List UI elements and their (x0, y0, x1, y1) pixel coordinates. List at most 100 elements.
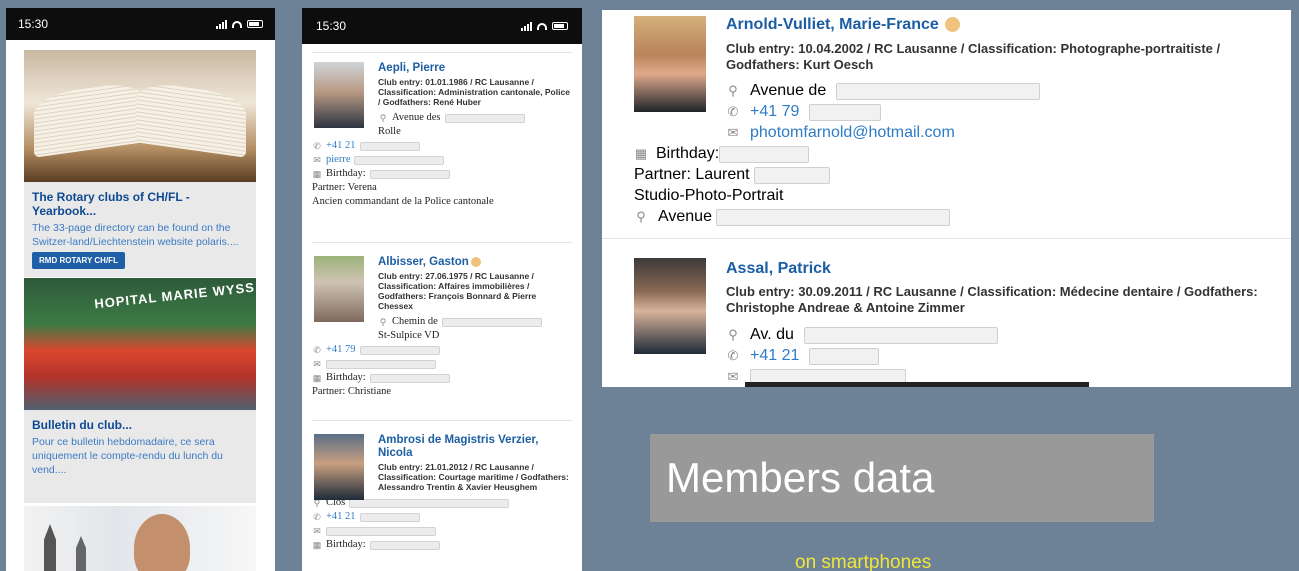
member-business: Studio-Photo-Portrait (634, 187, 784, 204)
wifi-icon (537, 22, 547, 30)
battery-icon (247, 20, 263, 28)
member-partner: Partner: Laurent (634, 166, 750, 183)
redacted-field (359, 141, 420, 151)
member-name[interactable]: Aepli, Pierre (378, 62, 572, 75)
rotary-badge-icon (470, 256, 481, 267)
news-card-text: Pour ce bulletin hebdomadaire, ce sera u… (32, 436, 223, 476)
member-address: Avenue des (392, 112, 441, 123)
redacted-field (836, 82, 1041, 100)
redacted-field (369, 540, 440, 550)
redacted-field (326, 526, 436, 536)
member-city: St-Sulpice VD (378, 330, 440, 341)
member-phone[interactable]: +41 79 (750, 102, 799, 122)
member-partner: Partner: Verena (312, 182, 377, 193)
location-icon: ⚲ (379, 113, 387, 123)
redacted-field (326, 359, 436, 369)
phone-icon: ✆ (727, 348, 739, 363)
member-phone[interactable]: +41 21 (326, 139, 356, 153)
member-birthday: Birthday: (326, 372, 366, 383)
calendar-icon: ▦ (634, 146, 648, 161)
phone-members-screen: 15:30 Aepli, Pierre Club entry: 01.01.19… (302, 8, 582, 571)
portrait-image (24, 506, 256, 571)
member-photo (314, 434, 364, 500)
members-detail-panel: Arnold-Vulliet, Marie-France Club entry:… (602, 10, 1291, 387)
location-icon: ⚲ (379, 317, 387, 327)
divider-strip (745, 382, 1089, 387)
redacted-field (441, 317, 542, 327)
email-icon: ✉ (313, 359, 321, 369)
rmd-rotary-button[interactable]: RMD ROTARY CH/FL (32, 252, 125, 269)
redacted-field (369, 169, 450, 179)
member-name[interactable]: Arnold-Vulliet, Marie-France (726, 16, 960, 34)
member-entry[interactable]: Albisser, Gaston Club entry: 27.06.1975 … (312, 256, 572, 399)
member-address: Avenue de (750, 82, 827, 99)
news-card-text: The 33-page directory can be found on th… (32, 222, 239, 248)
member-photo (634, 16, 706, 112)
news-card-title[interactable]: The Rotary clubs of CH/FL - Yearbook... (24, 182, 256, 221)
battery-icon (552, 22, 568, 30)
separator (602, 238, 1291, 239)
member-note: Ancien commandant de la Police cantonale (312, 196, 494, 207)
member-meta: Club entry: 10.04.2002 / RC Lausanne / C… (726, 41, 1221, 72)
status-time: 15:30 (18, 17, 49, 31)
member-meta: Club entry: 21.01.2012 / RC Lausanne / C… (378, 462, 569, 492)
news-card[interactable]: HOPITAL MARIE WYSS Bulletin du club... P… (24, 278, 256, 503)
wifi-icon (232, 20, 242, 28)
email-icon: ✉ (313, 526, 321, 536)
redacted-field (753, 166, 830, 184)
redacted-field (359, 345, 440, 355)
member-meta: Club entry: 30.09.2011 / RC Lausanne / C… (726, 284, 1258, 315)
redacted-field (715, 208, 950, 226)
caption-box: Members data (650, 434, 1154, 522)
member-name[interactable]: Albisser, Gaston (378, 256, 572, 269)
redacted-field (354, 155, 445, 165)
redacted-field (809, 103, 882, 121)
member-birthday: Birthday: (326, 168, 366, 179)
member-entry[interactable]: Aepli, Pierre Club entry: 01.01.1986 / R… (312, 62, 572, 209)
status-time: 15:30 (316, 19, 347, 33)
phone-icon: ✆ (313, 512, 321, 522)
redacted-field (349, 498, 510, 508)
redacted-field (444, 113, 525, 123)
member-entry[interactable]: Ambrosi de Magistris Verzier, Nicola Clu… (312, 434, 572, 552)
member-email[interactable]: photomfarnold@hotmail.com (750, 123, 955, 143)
member-phone[interactable]: +41 21 (326, 510, 356, 524)
calendar-icon: ▦ (312, 373, 322, 383)
news-card-title[interactable]: Bulletin du club... (24, 410, 256, 435)
email-icon: ✉ (313, 155, 321, 165)
status-icons (216, 19, 263, 29)
book-image (24, 50, 256, 182)
redacted-field (719, 145, 810, 163)
status-bar: 15:30 (302, 8, 582, 44)
member-address: Av. du (750, 326, 794, 343)
member-name[interactable]: Assal, Patrick (726, 260, 831, 278)
member-address: Chemin de (392, 316, 438, 327)
rotary-badge-icon (944, 17, 960, 33)
status-icons (521, 21, 568, 31)
email-icon: ✉ (727, 369, 739, 384)
member-name[interactable]: Ambrosi de Magistris Verzier, Nicola (378, 434, 572, 460)
phone-icon: ✆ (727, 104, 739, 119)
redacted-field (359, 512, 420, 522)
member-birthday: Birthday: (326, 539, 366, 550)
redacted-field (809, 347, 880, 365)
member-partner: Partner: Christiane (312, 386, 392, 397)
calendar-icon: ▦ (312, 540, 322, 550)
team-photo-image: HOPITAL MARIE WYSS (24, 278, 256, 410)
member-phone[interactable]: +41 21 (750, 346, 799, 366)
status-bar: 15:30 (6, 8, 275, 40)
calendar-icon: ▦ (312, 169, 322, 179)
member-phone[interactable]: +41 79 (326, 343, 356, 357)
member-birthday: Birthday: (656, 145, 720, 162)
signal-icon (521, 21, 532, 31)
news-card[interactable]: The Rotary clubs of CH/FL - Yearbook... … (24, 50, 256, 277)
redacted-field (369, 373, 450, 383)
member-email[interactable]: pierre (326, 153, 350, 167)
member-photo (314, 256, 364, 322)
member-meta: Club entry: 01.01.1986 / RC Lausanne / C… (378, 77, 570, 107)
member-city: Rolle (378, 126, 401, 137)
location-icon: ⚲ (728, 83, 738, 98)
redacted-field (803, 326, 998, 344)
caption-subtitle: on smartphones (795, 552, 932, 571)
news-card[interactable] (24, 506, 256, 571)
